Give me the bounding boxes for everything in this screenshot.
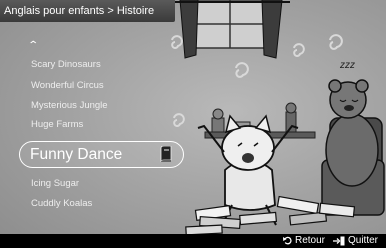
story-menu-screen: zzz Anglais pour enfants > Histoire ⌃ Sc <box>0 0 386 248</box>
book-icon <box>160 146 172 163</box>
scroll-up-chevron-icon[interactable]: ⌃ <box>27 40 39 51</box>
story-item[interactable]: Scary Dinosaurs <box>31 59 101 70</box>
story-item-selected[interactable]: Funny Dance <box>19 141 184 168</box>
story-item[interactable]: Mysterious Jungle <box>31 100 108 111</box>
footer-bar: Retour Quitter <box>0 234 386 248</box>
story-item-label: Funny Dance <box>30 146 123 163</box>
sleep-text: zzz <box>339 60 355 71</box>
sleeping-bear <box>325 79 379 187</box>
story-item[interactable]: Cuddly Koalas <box>31 198 92 209</box>
story-item[interactable]: Huge Farms <box>31 119 83 130</box>
return-arrow-icon <box>283 236 292 245</box>
story-item[interactable]: Icing Sugar <box>31 178 79 189</box>
exit-button[interactable]: Quitter <box>333 235 378 246</box>
window <box>175 0 290 59</box>
back-button[interactable]: Retour <box>283 235 325 246</box>
exit-door-icon <box>333 236 345 245</box>
exit-label: Quitter <box>348 235 379 246</box>
breadcrumb: Anglais pour enfants > Histoire <box>0 0 175 22</box>
story-item[interactable]: Wonderful Circus <box>31 80 104 91</box>
back-label: Retour <box>295 235 326 246</box>
